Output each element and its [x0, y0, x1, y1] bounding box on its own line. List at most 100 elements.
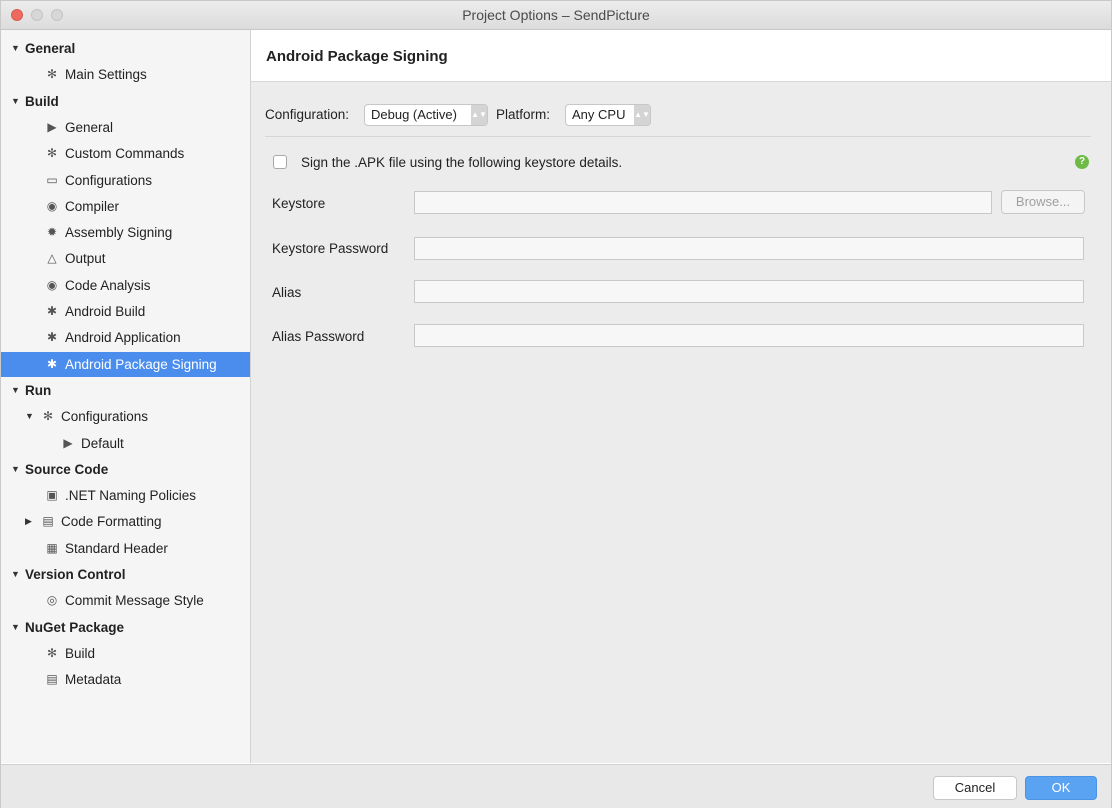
- dialog-footer: Cancel OK: [1, 764, 1111, 808]
- tree-item[interactable]: ▦ Standard Header: [1, 536, 250, 561]
- disclosure-expanded-icon[interactable]: ▼: [11, 457, 20, 482]
- tree-item[interactable]: △ Output: [1, 246, 250, 271]
- android-icon: ✱: [46, 330, 58, 345]
- tree-item[interactable]: ◉ Compiler: [1, 194, 250, 219]
- disclosure-collapsed-icon[interactable]: ▶: [25, 509, 32, 534]
- keystore-password-field[interactable]: [414, 237, 1084, 260]
- project-options-window: Project Options – SendPicture ▼ General ✻ M…: [0, 0, 1112, 808]
- configuration-label: Configuration:: [265, 107, 350, 122]
- alias-field[interactable]: [414, 280, 1084, 303]
- tree-item[interactable]: ✱ Android Build: [1, 299, 250, 324]
- tree-category[interactable]: ▼ Run: [1, 378, 250, 403]
- disclosure-expanded-icon[interactable]: ▼: [11, 36, 20, 61]
- tree-item[interactable]: ◎ Commit Message Style: [1, 588, 250, 613]
- browse-button[interactable]: Browse...: [1001, 190, 1085, 214]
- tree-item[interactable]: ✻ Build: [1, 641, 250, 666]
- run-icon: ▶: [47, 119, 57, 134]
- keystore-label: Keystore: [272, 196, 326, 211]
- disclosure-expanded-icon[interactable]: ▼: [11, 615, 20, 640]
- alias-password-field[interactable]: [414, 324, 1084, 347]
- keystore-field[interactable]: [414, 191, 992, 214]
- tree-category[interactable]: ▼ NuGet Package: [1, 615, 250, 640]
- tree-item-label: NuGet Package: [25, 619, 125, 635]
- ok-button[interactable]: OK: [1025, 776, 1097, 800]
- tree-category[interactable]: ▼ Build: [1, 89, 250, 114]
- options-tree: ▼ General ✻ Main Settings ▼ Build ▶ General ✻ Cus…: [1, 30, 251, 763]
- gear-icon: ✻: [46, 146, 58, 161]
- cancel-button[interactable]: Cancel: [933, 776, 1017, 800]
- tree-item-label: Standard Header: [65, 540, 168, 556]
- document-icon: ▤: [46, 672, 58, 687]
- tree-item-label: Commit Message Style: [65, 593, 204, 609]
- tree-category[interactable]: ▼ General: [1, 36, 250, 61]
- seal-icon: ✹: [46, 225, 58, 240]
- sign-apk-checkbox[interactable]: [273, 155, 287, 169]
- tree-item-label: Source Code: [25, 461, 109, 477]
- tree-item[interactable]: ▼ ✻ Configurations: [1, 404, 250, 429]
- target-icon: ◉: [46, 277, 58, 292]
- flask-icon: △: [47, 251, 57, 266]
- disclosure-expanded-icon[interactable]: ▼: [25, 404, 34, 429]
- tree-category[interactable]: ▼ Source Code: [1, 457, 250, 482]
- format-icon: ▤: [42, 514, 54, 529]
- tree-category[interactable]: ▼ Version Control: [1, 562, 250, 587]
- tree-item-label: Code Formatting: [61, 514, 162, 530]
- keystore-password-label: Keystore Password: [272, 241, 389, 256]
- popup-arrow-icon: ▲▼: [471, 105, 487, 125]
- tree-item[interactable]: ✻ Custom Commands: [1, 141, 250, 166]
- tree-item-label: Custom Commands: [65, 146, 185, 162]
- tree-item-label: Assembly Signing: [65, 225, 173, 241]
- help-icon[interactable]: ?: [1075, 155, 1089, 169]
- disclosure-expanded-icon[interactable]: ▼: [11, 562, 20, 587]
- tree-item-label: .NET Naming Policies: [65, 488, 197, 504]
- sign-apk-label: Sign the .APK file using the following k…: [301, 155, 623, 170]
- tree-item[interactable]: ✱ Android Application: [1, 325, 250, 350]
- play-icon: ▶: [63, 435, 73, 450]
- tree-item[interactable]: ▤ Metadata: [1, 667, 250, 692]
- tree-item-label: Android Build: [65, 304, 146, 319]
- separator: [265, 136, 1091, 137]
- tree-item[interactable]: ✻ Main Settings: [1, 62, 250, 87]
- configuration-select[interactable]: Debug (Active) ▲▼: [364, 104, 488, 126]
- alias-label: Alias: [272, 285, 302, 300]
- window-title: Project Options – SendPicture: [462, 7, 650, 23]
- tree-item-label: Metadata: [65, 672, 122, 688]
- tree-item[interactable]: ▭ Configurations: [1, 168, 250, 193]
- tree-item-label: Android Application: [65, 330, 181, 346]
- tree-item-label: Build: [65, 645, 96, 661]
- gear-icon: ✻: [46, 67, 58, 82]
- tree-item[interactable]: ✹ Assembly Signing: [1, 220, 250, 245]
- tree-item[interactable]: ▶ Default: [1, 431, 250, 456]
- panel-header: Android Package Signing: [251, 30, 1111, 82]
- tree-item[interactable]: ▣ .NET Naming Policies: [1, 483, 250, 508]
- tree-item-label: Default: [81, 435, 124, 451]
- panel-title: Android Package Signing: [266, 48, 448, 65]
- platform-value: Any CPU: [572, 107, 626, 122]
- tree-item-label: Build: [25, 93, 59, 109]
- naming-icon: ▣: [46, 488, 58, 503]
- tree-item-label: Compiler: [65, 198, 120, 214]
- tree-item-label: Run: [25, 382, 52, 398]
- tree-item[interactable]: ◉ Code Analysis: [1, 273, 250, 298]
- tree-item[interactable]: ✱ Android Package Signing: [1, 351, 250, 377]
- tree-item[interactable]: ▶ General: [1, 115, 250, 140]
- disclosure-expanded-icon[interactable]: ▼: [11, 378, 20, 403]
- compiler-icon: ◉: [46, 198, 58, 213]
- platform-select[interactable]: Any CPU ▲▼: [565, 104, 651, 126]
- tree-item-label: Output: [65, 251, 106, 267]
- disclosure-expanded-icon[interactable]: ▼: [11, 89, 20, 114]
- tree-item-label: Configurations: [65, 172, 153, 188]
- configuration-value: Debug (Active): [371, 107, 457, 122]
- commit-icon: ◎: [46, 593, 58, 608]
- tree-item[interactable]: ▶ ▤ Code Formatting: [1, 509, 250, 534]
- tree-item-label: Version Control: [25, 567, 126, 582]
- android-icon: ✱: [46, 304, 58, 318]
- tree-item-label: Android Package Signing: [65, 356, 217, 372]
- window-icon: ▭: [46, 172, 58, 187]
- platform-label: Platform:: [496, 107, 551, 122]
- tree-item-label: General: [25, 41, 76, 56]
- android-icon: ✱: [46, 356, 58, 371]
- tree-item-label: General: [65, 119, 114, 135]
- title-bar: Project Options – SendPicture: [1, 1, 1111, 30]
- header-icon: ▦: [46, 540, 58, 555]
